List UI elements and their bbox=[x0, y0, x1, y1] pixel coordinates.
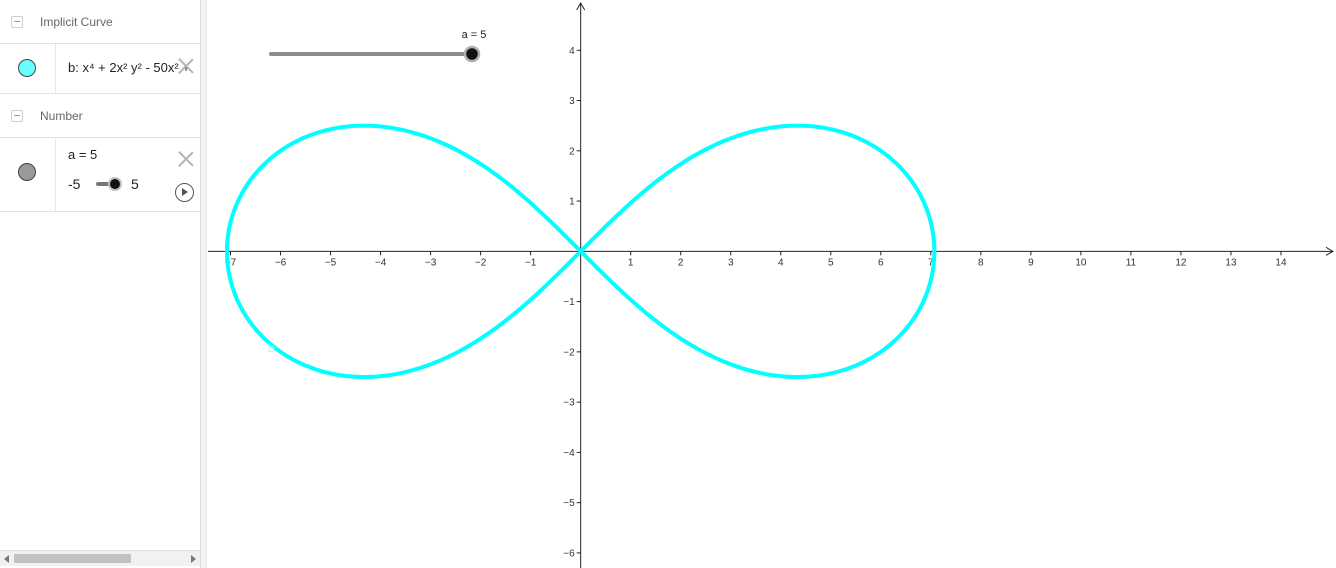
y-tick-label: −3 bbox=[563, 398, 575, 409]
x-tick-label: 5 bbox=[828, 257, 834, 268]
view-divider[interactable] bbox=[200, 0, 207, 568]
x-tick-label: 3 bbox=[728, 257, 734, 268]
group-header-implicit-curve[interactable]: Implicit Curve bbox=[0, 0, 200, 44]
mini-slider-knob[interactable] bbox=[108, 177, 122, 191]
graphics-view[interactable]: −7 −6 −5 −4 −3 −2 −1 1 2 3 4 5 6 7 8 9 10 11 12 13 14 4 3 2 1 −1−… bbox=[208, 0, 1336, 568]
slider-label: a = 5 bbox=[462, 29, 487, 41]
x-tick-label: 8 bbox=[978, 257, 984, 268]
slider-knob[interactable] bbox=[463, 45, 481, 63]
curve-label: b bbox=[268, 341, 275, 355]
curve-definition[interactable]: b: x⁴ + 2x² y² - 50x² + bbox=[68, 60, 190, 75]
collapse-icon[interactable] bbox=[11, 16, 23, 28]
number-definition[interactable]: a = 5 bbox=[68, 147, 97, 162]
tick-labels: −7 −6 −5 −4 −3 −2 −1 1 2 3 4 5 6 7 8 9 10 11 12 13 144321−1−… bbox=[225, 46, 1287, 560]
y-tick-label: 3 bbox=[569, 96, 575, 107]
x-tick-label: 9 bbox=[1028, 257, 1034, 268]
y-tick-label: 1 bbox=[569, 197, 575, 208]
visibility-toggle-icon[interactable] bbox=[18, 59, 36, 77]
delete-icon[interactable] bbox=[178, 58, 194, 74]
marble-cell bbox=[0, 44, 56, 93]
group-header-number[interactable]: Number bbox=[0, 94, 200, 138]
group-title: Number bbox=[40, 109, 83, 123]
marble-cell bbox=[0, 138, 56, 211]
x-tick-label: 11 bbox=[1126, 257, 1137, 268]
y-tick-label: −4 bbox=[563, 448, 575, 459]
scroll-right-icon[interactable] bbox=[191, 555, 196, 563]
x-tick-label: 10 bbox=[1075, 257, 1087, 268]
x-tick-label: −2 bbox=[475, 257, 487, 268]
visibility-toggle-icon[interactable] bbox=[18, 163, 36, 181]
y-tick-label: −6 bbox=[563, 548, 575, 559]
scroll-left-icon[interactable] bbox=[4, 555, 9, 563]
y-tick-label: 2 bbox=[569, 146, 575, 157]
x-tick-label: −4 bbox=[375, 257, 387, 268]
slider-min-label: -5 bbox=[68, 176, 81, 192]
horizontal-scrollbar[interactable] bbox=[0, 550, 200, 566]
x-tick-label: 2 bbox=[678, 257, 684, 268]
algebra-item-curve-b[interactable]: b: x⁴ + 2x² y² - 50x² + bbox=[0, 44, 200, 94]
y-tick-label: −1 bbox=[563, 297, 575, 308]
slider-max-label: 5 bbox=[131, 176, 139, 192]
algebra-view: Implicit Curve b: x⁴ + 2x² y² - 50x² + N… bbox=[0, 0, 200, 568]
graphics-canvas[interactable]: −7 −6 −5 −4 −3 −2 −1 1 2 3 4 5 6 7 8 9 10 11 12 13 144321−1−… bbox=[208, 0, 1336, 568]
x-tick-label: −3 bbox=[425, 257, 437, 268]
x-tick-label: −1 bbox=[525, 257, 537, 268]
y-tick-label: 4 bbox=[569, 46, 575, 57]
scrollbar-thumb[interactable] bbox=[14, 554, 131, 563]
collapse-icon[interactable] bbox=[11, 110, 23, 122]
y-tick-label: −2 bbox=[563, 347, 575, 358]
delete-icon[interactable] bbox=[178, 151, 194, 167]
algebra-item-number-a[interactable]: a = 5 -5 5 bbox=[0, 138, 200, 212]
y-tick-label: −5 bbox=[563, 498, 575, 509]
x-tick-label: 6 bbox=[878, 257, 884, 268]
x-tick-label: 4 bbox=[778, 257, 784, 268]
x-tick-label: −6 bbox=[275, 257, 287, 268]
x-tick-label: 12 bbox=[1175, 257, 1187, 268]
axes bbox=[208, 1, 1335, 568]
x-tick-label: 14 bbox=[1275, 257, 1287, 268]
x-tick-label: −5 bbox=[325, 257, 337, 268]
group-title: Implicit Curve bbox=[40, 15, 113, 29]
play-icon[interactable] bbox=[175, 183, 194, 202]
x-tick-label: 13 bbox=[1225, 257, 1237, 268]
x-tick-label: 1 bbox=[628, 257, 634, 268]
